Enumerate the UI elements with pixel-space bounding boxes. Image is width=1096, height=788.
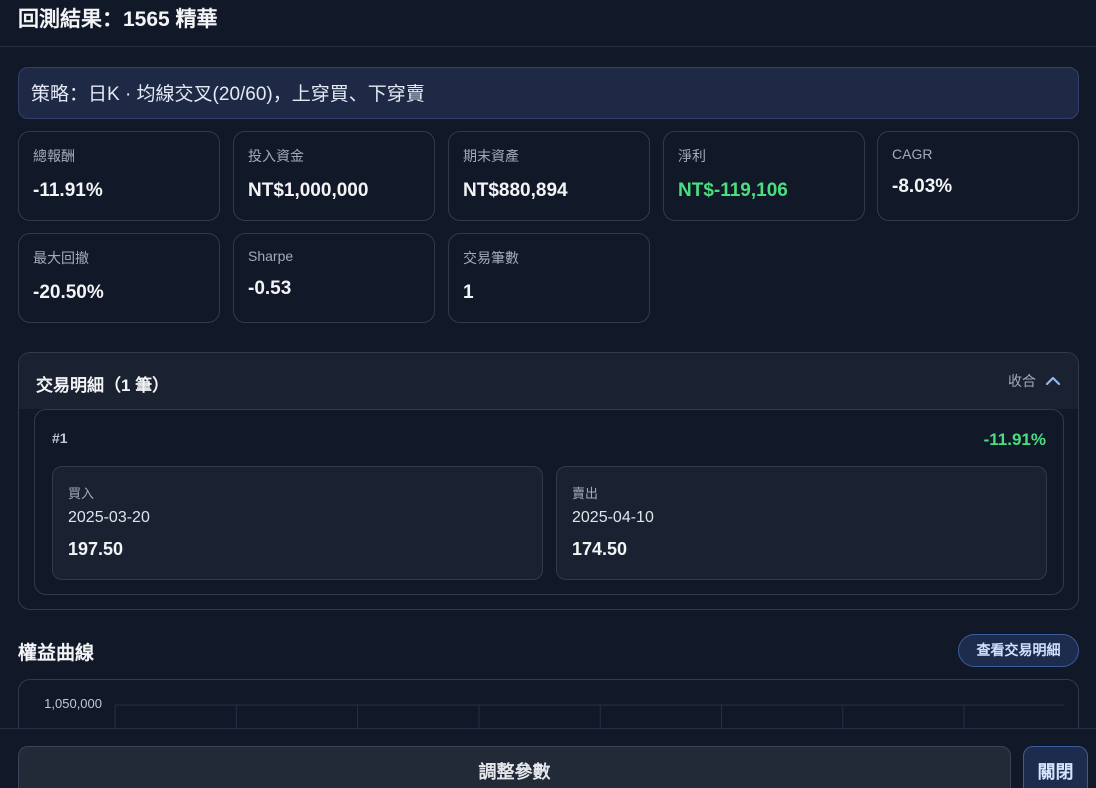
- stat-value: NT$-119,106: [678, 180, 788, 201]
- page-title: 回測結果：1565 精華: [18, 8, 218, 31]
- close-button[interactable]: 關閉: [1023, 746, 1088, 788]
- header: 回測結果：1565 精華: [0, 0, 1096, 47]
- stat-value: NT$880,894: [463, 180, 568, 201]
- stat-label: CAGR: [892, 146, 933, 162]
- stat-value: -20.50%: [33, 282, 104, 303]
- trade-details-title: 交易明細（1 筆）: [36, 376, 170, 395]
- trade-index: #1: [52, 430, 68, 446]
- chevron-up-icon: [1045, 376, 1061, 386]
- stat-card-net-profit: 淨利 NT$-119,106: [663, 131, 865, 221]
- stat-label: 最大回撤: [33, 250, 89, 266]
- stat-value: -11.91%: [33, 180, 103, 201]
- sell-leg: 賣出 2025-04-10 174.50: [556, 466, 1047, 580]
- buy-label: 買入: [68, 486, 95, 501]
- trade-details-panel: 交易明細（1 筆） 收合 #1 -11.91% 買入 2025-03-20 19…: [18, 352, 1079, 610]
- equity-chart-svg: 1,050,000: [44, 696, 1064, 728]
- buy-leg: 買入 2025-03-20 197.50: [52, 466, 543, 580]
- sell-price: 174.50: [572, 539, 628, 559]
- view-trades-button[interactable]: 查看交易明細: [958, 634, 1079, 667]
- stat-label: Sharpe: [248, 248, 294, 264]
- stat-value: NT$1,000,000: [248, 180, 369, 201]
- trade-card: #1 -11.91% 買入 2025-03-20 197.50 賣出 2025-…: [34, 409, 1064, 595]
- strategy-banner: 策略：日K · 均線交叉(20/60)，上穿買、下穿賣: [18, 67, 1079, 119]
- stat-card-trade-count: 交易筆數 1: [448, 233, 650, 323]
- stat-label: 總報酬: [33, 148, 75, 164]
- collapse-label: 收合: [1008, 373, 1036, 389]
- collapse-button[interactable]: 收合: [1008, 371, 1062, 391]
- sell-date: 2025-04-10: [572, 509, 654, 526]
- stat-card-final-assets: 期末資產 NT$880,894: [448, 131, 650, 221]
- stat-card-max-drawdown: 最大回撤 -20.50%: [18, 233, 220, 323]
- footer-bar: 調整參數 關閉: [0, 728, 1096, 788]
- buy-price: 197.50: [68, 539, 124, 559]
- buy-date: 2025-03-20: [68, 509, 150, 526]
- stat-label: 交易筆數: [463, 250, 519, 266]
- equity-chart: 1,050,000: [18, 679, 1079, 728]
- backtest-result-page: 回測結果：1565 精華 策略：日K · 均線交叉(20/60)，上穿買、下穿賣…: [0, 0, 1096, 788]
- stat-value: -0.53: [248, 278, 292, 299]
- stat-value: -8.03%: [892, 176, 953, 197]
- stat-card-capital: 投入資金 NT$1,000,000: [233, 131, 435, 221]
- stat-label: 投入資金: [248, 148, 304, 164]
- trade-return: -11.91%: [983, 430, 1046, 449]
- stat-card-sharpe: Sharpe -0.53: [233, 233, 435, 323]
- sell-label: 賣出: [572, 486, 599, 501]
- scroll-content[interactable]: 策略：日K · 均線交叉(20/60)，上穿買、下穿賣 總報酬 -11.91% …: [0, 47, 1096, 728]
- equity-curve-title: 權益曲線: [18, 643, 95, 664]
- stat-label: 期末資產: [463, 148, 519, 164]
- gridlines-vertical: [114, 705, 965, 728]
- stat-card-cagr: CAGR -8.03%: [877, 131, 1079, 221]
- stat-value: 1: [463, 282, 474, 303]
- stat-label: 淨利: [678, 148, 706, 164]
- y-tick-label: 1,050,000: [44, 696, 102, 711]
- stat-card-total-return: 總報酬 -11.91%: [18, 131, 220, 221]
- adjust-params-button[interactable]: 調整參數: [18, 746, 1011, 788]
- trade-details-header[interactable]: 交易明細（1 筆） 收合: [19, 353, 1078, 409]
